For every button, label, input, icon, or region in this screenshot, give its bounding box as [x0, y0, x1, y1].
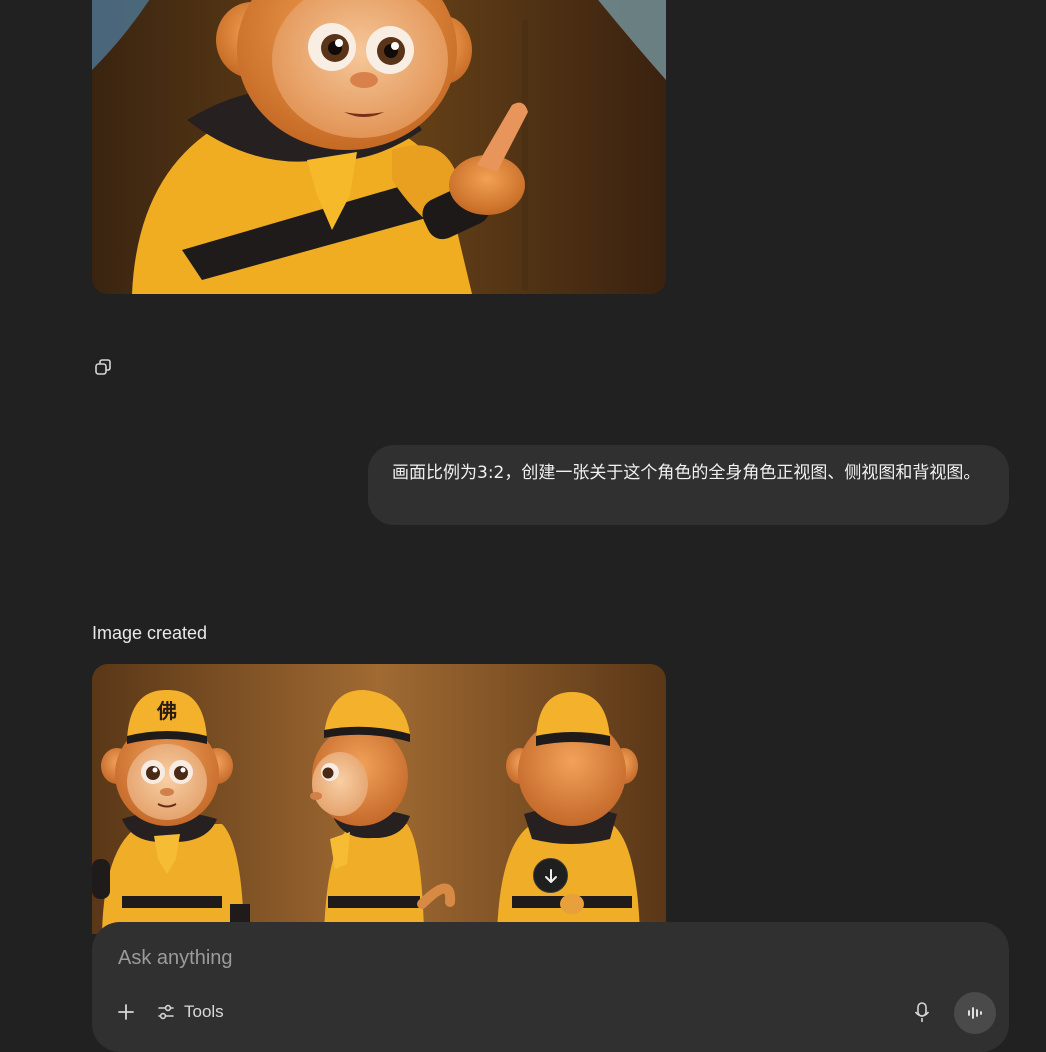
plus-icon — [118, 1004, 134, 1020]
voice-waveform-icon — [968, 1007, 982, 1019]
dictate-button[interactable] — [910, 998, 934, 1026]
monkey-pointing-image — [92, 0, 666, 294]
character-turnaround-image: 佛 — [92, 664, 666, 934]
scroll-down-button[interactable] — [533, 858, 568, 893]
image-status-label: Image created — [92, 623, 208, 643]
arrow-down-icon — [544, 868, 557, 883]
generated-image-top[interactable] — [92, 0, 666, 294]
prompt-input[interactable] — [116, 944, 880, 972]
copy-button[interactable] — [90, 354, 116, 380]
hat-glyph: 佛 — [156, 699, 177, 723]
tools-button[interactable]: Tools — [156, 998, 224, 1026]
microphone-icon — [914, 1002, 930, 1022]
composer: Tools — [92, 922, 1009, 1052]
sliders-icon — [158, 1004, 174, 1020]
attach-button[interactable] — [112, 998, 140, 1026]
user-message-bubble: 画面比例为3:2，创建一张关于这个角色的全身角色正视图、侧视图和背视图。 — [368, 445, 1009, 525]
tools-label: Tools — [184, 1002, 224, 1021]
generated-image-turnaround[interactable]: 佛 — [92, 664, 666, 934]
copy-icon — [95, 359, 111, 375]
voice-mode-button[interactable] — [954, 992, 996, 1034]
user-message-text: 画面比例为3:2，创建一张关于这个角色的全身角色正视图、侧视图和背视图。 — [392, 463, 981, 483]
